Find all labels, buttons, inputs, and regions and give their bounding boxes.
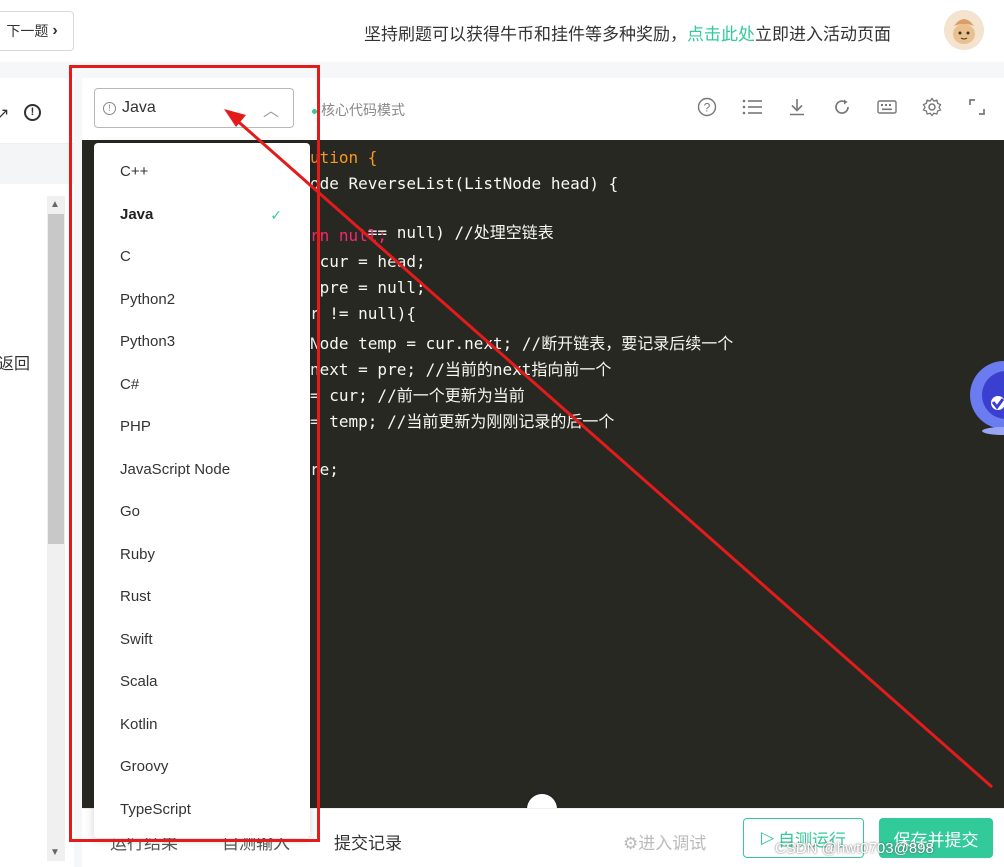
external-link-icon[interactable]: ↗: [0, 104, 9, 124]
language-option-php[interactable]: PHP: [94, 406, 310, 448]
bug-icon: ⚙: [623, 834, 639, 853]
code-line-5: cur = head;: [310, 252, 426, 271]
problem-panel-header: ↗ !: [0, 78, 74, 144]
keyboard-icon[interactable]: [876, 97, 898, 119]
debug-button[interactable]: ⚙进入调试: [623, 829, 706, 854]
code-line-4: rn null;: [310, 226, 388, 245]
assistant-robot-icon: [970, 361, 1004, 435]
language-dropdown: C++ Java ✓ C Python2 Python3 C# PHP Java…: [94, 143, 310, 838]
language-option-kotlin[interactable]: Kotlin: [94, 704, 310, 746]
problem-scrollbar[interactable]: ▲ ▼: [47, 196, 65, 861]
back-text[interactable]: 返回: [0, 350, 30, 374]
list-icon[interactable]: [741, 97, 763, 119]
code-line-6: pre = null;: [310, 278, 426, 297]
language-option-python2[interactable]: Python2: [94, 279, 310, 321]
scroll-up-icon[interactable]: ▲: [50, 199, 60, 210]
gear-icon[interactable]: [921, 97, 943, 119]
info-icon[interactable]: !: [24, 104, 41, 121]
code-line-1: ution {: [310, 148, 378, 167]
language-option-java[interactable]: Java ✓: [94, 194, 310, 236]
code-line-3-text: == null) //处理空链表: [367, 223, 554, 242]
refresh-icon[interactable]: [831, 97, 853, 119]
language-option-scala[interactable]: Scala: [94, 661, 310, 703]
code-line-8: Node temp = cur.next; //断开链表，要记录后续一个: [310, 334, 734, 353]
language-option-java-label: Java: [120, 206, 154, 223]
chevron-up-icon: ︿: [262, 103, 279, 120]
code-line-7: r != null){: [310, 304, 416, 323]
code-mode-label: 核心代码模式: [312, 100, 405, 120]
top-header: 下一题 › 坚持刷题可以获得牛币和挂件等多种奖励，点击此处立即进入活动页面: [0, 0, 1004, 62]
code-mode-text: 核心代码模式: [321, 102, 405, 118]
language-option-rust[interactable]: Rust: [94, 576, 310, 618]
language-option-c[interactable]: C: [94, 236, 310, 278]
code-line-13: re;: [310, 460, 339, 479]
scroll-down-icon[interactable]: ▼: [50, 847, 60, 858]
code-line-10: = cur; //前一个更新为当前: [310, 386, 525, 405]
avatar-image: [944, 10, 984, 50]
chevron-right-icon: ›: [52, 22, 58, 39]
language-select[interactable]: ! Java ︿: [94, 88, 294, 128]
code-line-9: next = pre; //当前的next指向前一个: [310, 360, 612, 379]
help-icon[interactable]: ?: [696, 97, 718, 119]
debug-label: 进入调试: [638, 834, 707, 853]
promo-banner: 坚持刷题可以获得牛币和挂件等多种奖励，点击此处立即进入活动页面: [364, 20, 891, 45]
language-option-cpp[interactable]: C++: [94, 151, 310, 193]
mode-dot-icon: [312, 108, 317, 114]
editor-toolbar: ! Java ︿ 核心代码模式 ?: [82, 78, 1004, 140]
promo-prefix: 坚持刷题可以获得牛币和挂件等多种奖励，: [364, 25, 687, 44]
promo-suffix: 立即进入活动页面: [755, 25, 891, 44]
next-question-label: 下一题: [6, 23, 49, 39]
language-select-value: Java: [122, 99, 156, 116]
code-line-11: = temp; //当前更新为刚刚记录的后一个: [310, 412, 615, 431]
next-question-button[interactable]: 下一题 ›: [0, 11, 74, 51]
scrollbar-thumb[interactable]: [48, 214, 64, 544]
language-option-python3[interactable]: Python3: [94, 321, 310, 363]
language-option-typescript[interactable]: TypeScript: [94, 789, 310, 831]
language-option-go[interactable]: Go: [94, 491, 310, 533]
check-icon: ✓: [270, 207, 282, 223]
problem-panel: ↗ ! 返回 ▲ ▼: [0, 78, 74, 867]
language-option-groovy[interactable]: Groovy: [94, 746, 310, 788]
fullscreen-icon[interactable]: [966, 97, 988, 119]
language-option-ruby[interactable]: Ruby: [94, 534, 310, 576]
watermark: CSDN @hwt0703@898: [775, 840, 934, 857]
promo-link[interactable]: 点击此处: [687, 25, 755, 44]
avatar[interactable]: [944, 10, 984, 50]
svg-text:?: ?: [704, 101, 711, 115]
code-line-2: ode ReverseList(ListNode head) {: [310, 174, 619, 193]
language-option-csharp[interactable]: C#: [94, 364, 310, 406]
play-icon: ▷: [760, 828, 775, 847]
problem-panel-tabs: [0, 144, 74, 184]
download-icon[interactable]: [786, 97, 808, 119]
language-option-swift[interactable]: Swift: [94, 619, 310, 661]
assistant-widget[interactable]: [968, 355, 1004, 435]
language-option-javascript-node[interactable]: JavaScript Node: [94, 449, 310, 491]
info-icon: !: [103, 101, 116, 115]
tab-submission-records[interactable]: 提交记录: [334, 829, 402, 854]
